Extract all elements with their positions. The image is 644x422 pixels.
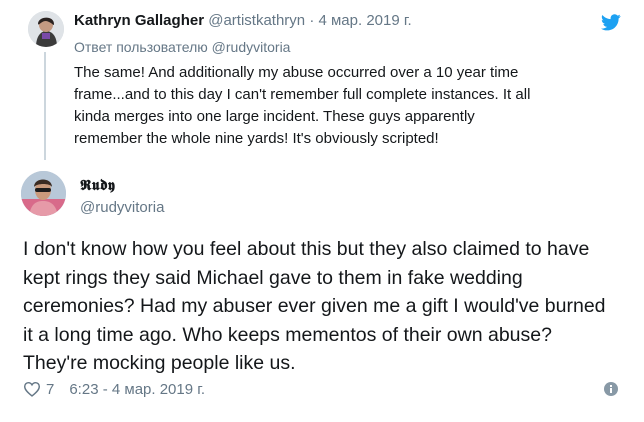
heart-outline-icon[interactable] — [23, 381, 41, 397]
reply-context: Ответ пользователю @rudyvitoria — [74, 39, 290, 55]
main-avatar[interactable] — [21, 171, 66, 216]
thread-connector-line — [44, 52, 46, 160]
reply-prefix: Ответ пользователю — [74, 39, 208, 55]
quoted-tweet-text: The same! And additionally my abuse occu… — [74, 64, 531, 147]
quoted-date[interactable]: 4 мар. 2019 г. — [318, 12, 411, 29]
info-icon[interactable] — [604, 382, 618, 396]
quoted-handle[interactable]: @artistkathryn — [208, 12, 305, 29]
tweet-footer: 7 6:23 - 4 мар. 2019 г. — [23, 378, 205, 400]
header-separator: · — [309, 12, 315, 29]
tweet-timestamp[interactable]: 6:23 - 4 мар. 2019 г. — [69, 381, 205, 398]
main-tweet-text: I don't know how you feel about this but… — [23, 238, 606, 374]
quoted-tweet-header: Kathryn Gallagher @artistkathryn · 4 мар… — [74, 12, 412, 29]
main-handle[interactable]: @rudyvitoria — [80, 199, 164, 216]
main-display-name[interactable]: 𝕽𝖚𝖉𝖞 — [80, 176, 115, 194]
quoted-avatar[interactable] — [28, 11, 64, 47]
like-count: 7 — [46, 380, 55, 398]
twitter-bird-icon[interactable] — [601, 14, 621, 31]
quoted-display-name[interactable]: Kathryn Gallagher — [74, 12, 204, 29]
reply-to-handle[interactable]: @rudyvitoria — [212, 39, 291, 55]
